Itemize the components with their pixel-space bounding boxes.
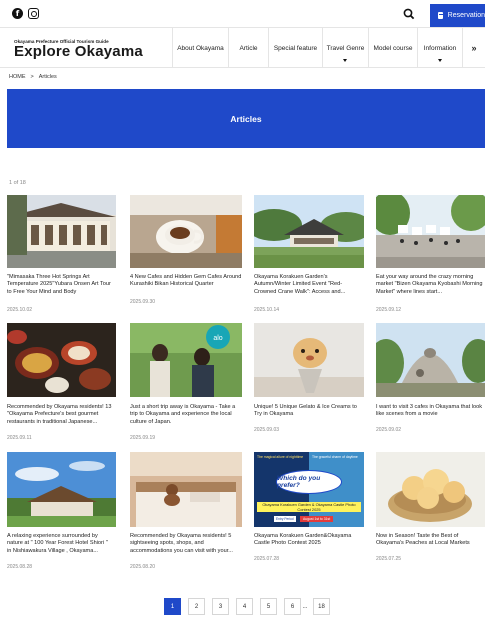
breadcrumb: HOME > Articles xyxy=(9,74,57,80)
article-title[interactable]: Eat your way around the crazy morning ma… xyxy=(376,274,485,296)
article-date: 2025.09.02 xyxy=(376,427,402,433)
article-card[interactable]: A relaxing experience surrounded by natu… xyxy=(7,452,116,577)
article-title[interactable]: Okayama Korakuen Garden's Autumn/Winter … xyxy=(254,274,364,296)
chevron-down-icon xyxy=(343,59,347,62)
poster-tag-left: The magical allure of nighttime xyxy=(257,455,304,459)
article-title[interactable]: Recommended by Okayama residents! 5 sigh… xyxy=(130,533,242,555)
article-date: 2025.10.02 xyxy=(7,307,33,313)
article-thumbnail[interactable] xyxy=(376,452,485,527)
article-date: 2025.09.11 xyxy=(7,435,32,441)
article-card[interactable]: Now in Season! Taste the Best of Okayama… xyxy=(376,452,485,577)
article-thumbnail[interactable] xyxy=(7,452,116,527)
article-thumbnail[interactable]: alo xyxy=(130,323,242,397)
nav-model-course[interactable]: Model course xyxy=(368,28,417,68)
article-thumbnail[interactable] xyxy=(376,323,485,397)
article-thumbnail[interactable] xyxy=(130,195,242,268)
svg-text:alo: alo xyxy=(213,335,222,342)
article-date: 2025.10.14 xyxy=(254,307,280,313)
article-title[interactable]: "Mimasaka Three Hot Springs Art Temperat… xyxy=(7,274,113,296)
article-thumbnail[interactable] xyxy=(376,195,485,268)
calendar-icon xyxy=(438,12,445,19)
page-2-button[interactable]: 2 xyxy=(188,598,205,615)
article-title[interactable]: Now in Season! Taste the Best of Okayama… xyxy=(376,533,485,548)
reservation-button[interactable]: Reservation xyxy=(430,4,485,27)
article-title[interactable]: Just a short trip away is Okayama - Take… xyxy=(130,404,242,426)
article-date: 2025.09.12 xyxy=(376,307,402,313)
article-title[interactable]: Okayama Korakuen Garden&Okayama Castle P… xyxy=(254,533,364,548)
article-date: 2025.09.19 xyxy=(130,435,156,441)
page-4-button[interactable]: 4 xyxy=(236,598,253,615)
poster-tag-right: The graceful charm of daytime xyxy=(312,455,358,459)
nav-more-button[interactable]: » xyxy=(462,28,485,68)
search-icon[interactable] xyxy=(402,7,416,21)
article-date: 2025.08.20 xyxy=(130,564,156,570)
article-thumbnail[interactable] xyxy=(7,195,116,268)
article-card[interactable]: Eat your way around the crazy morning ma… xyxy=(376,195,485,320)
nav-special-feature[interactable]: Special feature xyxy=(268,28,322,68)
article-title[interactable]: I want to visit 3 cafes in Okayama that … xyxy=(376,404,485,419)
top-bar: f Reservation xyxy=(0,0,485,27)
nav-information[interactable]: Information xyxy=(417,28,462,68)
article-date: 2025.09.03 xyxy=(254,427,280,433)
article-date: 2025.08.28 xyxy=(7,564,33,570)
article-title[interactable]: Unique! 5 Unique Gelato & Ice Creams to … xyxy=(254,404,364,419)
page-1-button[interactable]: 1 xyxy=(164,598,181,615)
poster-subtitle: Okayama Korakuen Garden & Okayama Castle… xyxy=(257,502,361,512)
article-card[interactable]: Okayama Korakuen Garden's Autumn/Winter … xyxy=(254,195,364,320)
nav-travel-genre[interactable]: Travel Genre xyxy=(322,28,368,68)
poster-headline: Which do you prefer? xyxy=(276,470,342,494)
page-title: Articles xyxy=(230,113,262,124)
article-card[interactable]: I want to visit 3 cafes in Okayama that … xyxy=(376,323,485,448)
instagram-icon[interactable] xyxy=(28,8,39,19)
article-card[interactable]: "Mimasaka Three Hot Springs Art Temperat… xyxy=(7,195,116,320)
breadcrumb-current: Articles xyxy=(38,74,57,80)
page-6-button[interactable]: 6 xyxy=(284,598,301,615)
poster-period-label: Entry Period xyxy=(274,516,296,522)
nav-about-okayama[interactable]: About Okayama xyxy=(172,28,228,68)
page-banner: Articles xyxy=(7,89,485,148)
breadcrumb-separator: > xyxy=(30,74,34,80)
page-counter: 1 of 18 xyxy=(9,180,26,186)
article-thumbnail[interactable] xyxy=(254,195,364,268)
article-date: 2025.07.28 xyxy=(254,556,280,562)
article-card[interactable]: Recommended by Okayama residents! 5 sigh… xyxy=(130,452,242,577)
article-card[interactable]: Recommended by Okayama residents! 13 "Ok… xyxy=(7,323,116,448)
page-3-button[interactable]: 3 xyxy=(212,598,229,615)
nav-article[interactable]: Article xyxy=(228,28,268,68)
article-thumbnail[interactable]: The magical allure of nighttime The grac… xyxy=(254,452,364,527)
facebook-icon[interactable]: f xyxy=(12,8,23,19)
article-card[interactable]: alo Just a short trip away is Okayama - … xyxy=(130,323,242,448)
site-logo[interactable]: Explore Okayama xyxy=(14,43,143,60)
pagination-ellipsis: ... xyxy=(302,603,308,610)
article-thumbnail[interactable] xyxy=(7,323,116,397)
article-date: 2025.09.30 xyxy=(130,299,156,305)
article-title[interactable]: A relaxing experience surrounded by natu… xyxy=(7,533,113,555)
article-thumbnail[interactable] xyxy=(254,323,364,397)
page-18-button[interactable]: 18 xyxy=(313,598,330,615)
article-thumbnail[interactable] xyxy=(130,452,242,527)
breadcrumb-home[interactable]: HOME xyxy=(9,74,26,80)
article-card[interactable]: Unique! 5 Unique Gelato & Ice Creams to … xyxy=(254,323,364,448)
chevron-down-icon xyxy=(437,59,442,62)
article-card[interactable]: The magical allure of nighttime The grac… xyxy=(254,452,364,577)
article-title[interactable]: 4 New Cafes and Hidden Gem Cafes Around … xyxy=(130,274,242,289)
article-date: 2025.07.25 xyxy=(376,556,402,562)
article-card[interactable]: 4 New Cafes and Hidden Gem Cafes Around … xyxy=(130,195,242,320)
page-5-button[interactable]: 5 xyxy=(260,598,277,615)
reservation-label: Reservation xyxy=(447,12,485,19)
poster-period-value: August 1st to 31st xyxy=(300,516,334,522)
site-header: Okayama Prefecture Official Tourism Guid… xyxy=(0,27,485,68)
article-title[interactable]: Recommended by Okayama residents! 13 "Ok… xyxy=(7,404,113,426)
